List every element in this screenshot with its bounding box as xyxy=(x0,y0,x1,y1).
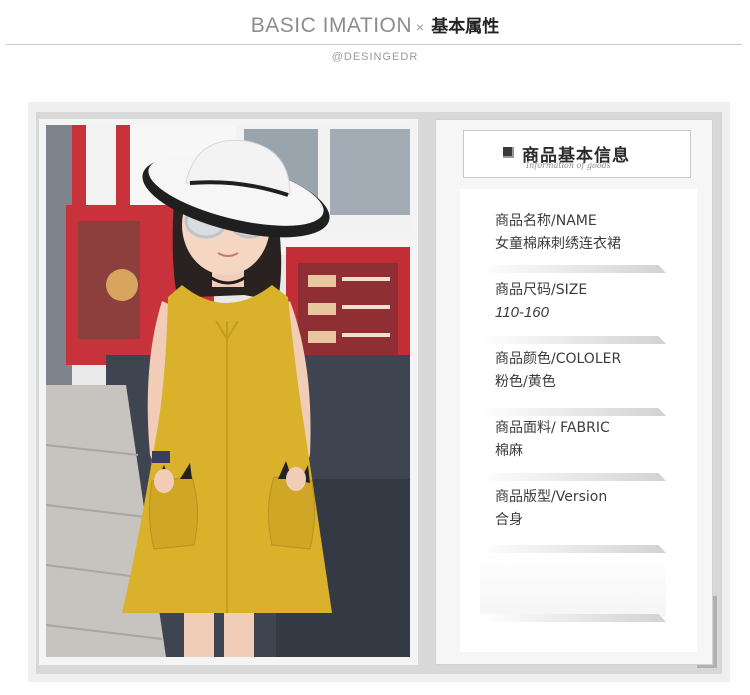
header-title-en: BASIC IMATION xyxy=(250,14,413,37)
info-label: 商品版型/Version xyxy=(495,489,608,505)
product-photo xyxy=(46,125,410,657)
info-value: 棉麻 xyxy=(495,443,523,459)
info-value: 合身 xyxy=(495,512,523,528)
row-divider xyxy=(480,336,666,344)
info-label: 商品颜色/COLOLER xyxy=(495,351,622,367)
product-photo-illustration xyxy=(46,125,410,657)
info-value: 粉色/黄色 xyxy=(495,374,556,390)
info-label: 商品尺码/SIZE xyxy=(495,282,588,298)
info-value: 女童棉麻刺绣连衣裙 xyxy=(495,236,621,252)
square-bullet-icon xyxy=(503,147,514,158)
row-divider xyxy=(480,408,666,416)
page-header: BASIC IMATION × 基本属性 xyxy=(0,12,750,41)
row-divider xyxy=(480,473,666,481)
header-title-separator: × xyxy=(416,19,425,35)
info-row-name: 商品名称/NAME 女童棉麻刺绣连衣裙 xyxy=(495,210,675,255)
info-row-version: 商品版型/Version 合身 xyxy=(495,486,675,531)
info-label: 商品面料/ FABRIC xyxy=(495,420,610,436)
info-value: 110-160 xyxy=(495,304,549,321)
row-divider xyxy=(480,614,666,622)
info-label: 商品名称/NAME xyxy=(495,213,597,229)
header-divider xyxy=(6,44,742,45)
empty-row xyxy=(480,555,666,617)
header-title-cn: 基本属性 xyxy=(431,17,500,37)
info-title-box: 商品基本信息 Information of goods xyxy=(463,130,691,178)
info-row-color: 商品颜色/COLOLER 粉色/黄色 xyxy=(495,348,675,393)
info-row-fabric: 商品面料/ FABRIC 棉麻 xyxy=(495,417,675,462)
header-subtitle: @DESINGEDR xyxy=(331,51,419,63)
row-divider xyxy=(480,545,666,553)
row-divider xyxy=(480,265,666,273)
info-row-size: 商品尺码/SIZE 110-160 xyxy=(495,279,675,324)
info-title-script: Information of goods xyxy=(526,161,611,170)
